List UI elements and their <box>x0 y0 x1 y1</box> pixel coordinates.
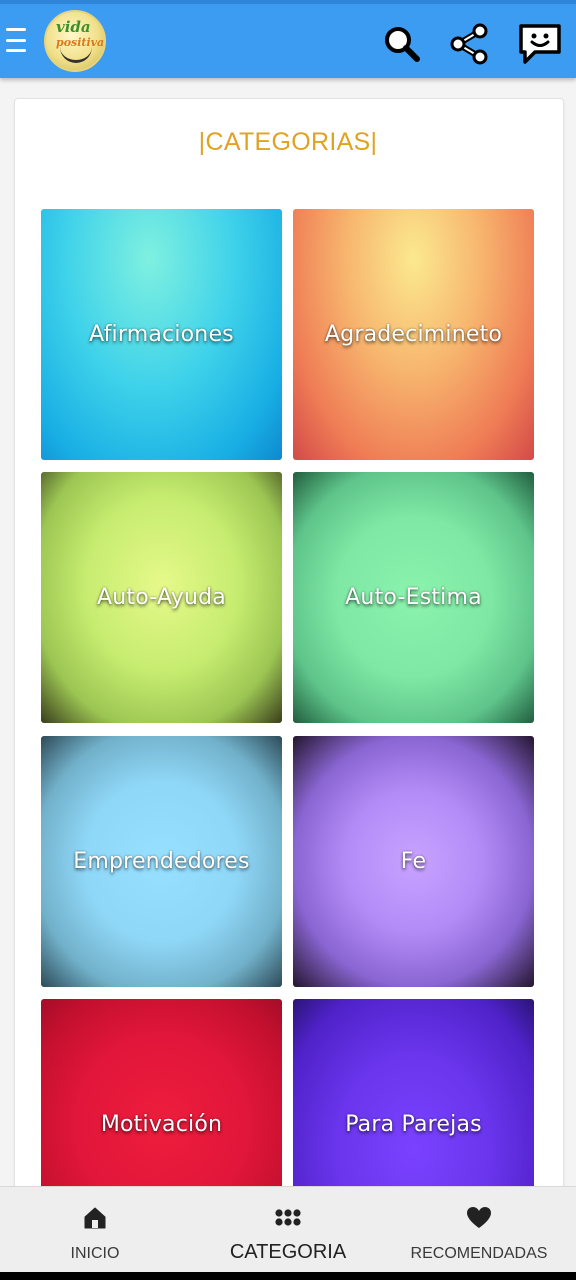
category-label: Afirmaciones <box>89 322 234 347</box>
nav-label-recomendadas: RECOMENDADAS <box>410 1245 548 1262</box>
page-title: |CATEGORIAS| <box>198 128 378 156</box>
category-tile-emprendedores[interactable]: Emprendedores <box>41 736 282 987</box>
home-icon <box>83 1205 107 1231</box>
search-icon[interactable] <box>378 20 426 68</box>
heart-icon <box>466 1205 492 1231</box>
grid-icon <box>275 1205 301 1231</box>
category-label: Fe <box>400 849 427 874</box>
category-label: Agradecimineto <box>324 322 503 347</box>
category-tile-agradecimineto[interactable]: Agradecimineto <box>293 209 534 460</box>
bottom-navigation: INICIO CATEGORIA RECOMENDADAS <box>0 1186 576 1273</box>
category-label: Auto-Ayuda <box>97 585 226 610</box>
nav-item-recomendadas[interactable]: RECOMENDADAS <box>400 1187 558 1273</box>
nav-label-inicio: INICIO <box>70 1245 120 1262</box>
category-label: Emprendedores <box>73 849 250 874</box>
app-screen: vida positiva |CATEGORIAS| Afirmaciones … <box>0 0 576 1280</box>
logo-smile <box>60 46 92 63</box>
category-tile-auto-ayuda[interactable]: Auto-Ayuda <box>41 472 282 723</box>
logo-text-vida: vida <box>56 18 91 36</box>
menu-icon[interactable] <box>6 24 32 56</box>
system-nav-bar <box>0 1272 576 1280</box>
nav-item-inicio[interactable]: INICIO <box>40 1187 150 1273</box>
top-app-bar: vida positiva <box>0 0 576 78</box>
category-tile-fe[interactable]: Fe <box>293 736 534 987</box>
nav-item-categoria[interactable]: CATEGORIA <box>220 1187 356 1273</box>
category-tile-auto-estima[interactable]: Auto-Estima <box>293 472 534 723</box>
chat-icon[interactable] <box>516 20 564 68</box>
category-tile-afirmaciones[interactable]: Afirmaciones <box>41 209 282 460</box>
share-icon[interactable] <box>446 20 494 68</box>
nav-label-categoria: CATEGORIA <box>229 1241 347 1263</box>
category-label: Motivación <box>100 1112 223 1137</box>
category-label: Auto-Estima <box>345 585 482 610</box>
app-logo[interactable]: vida positiva <box>44 10 106 72</box>
category-label: Para Parejas <box>345 1112 482 1137</box>
